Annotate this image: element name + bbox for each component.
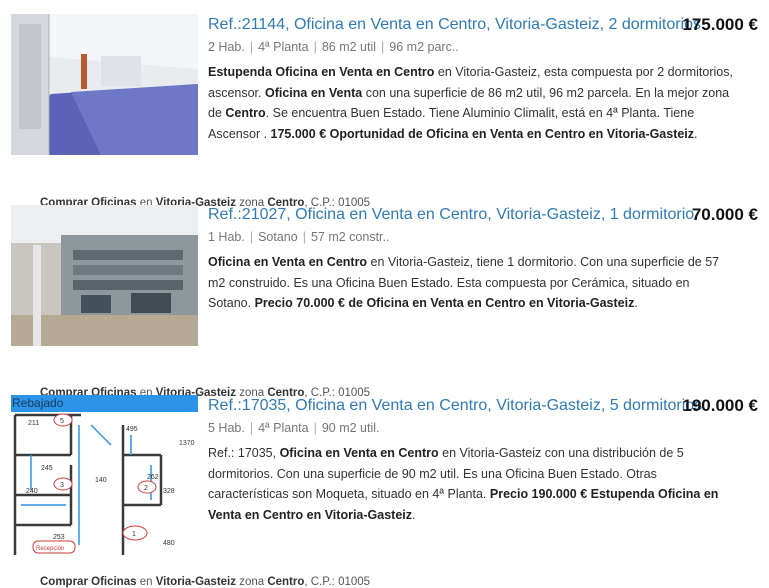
feature-rooms: 5 Hab.: [208, 421, 245, 435]
svg-text:140: 140: [95, 477, 107, 484]
listing-location-line: Comprar Oficinas en Vitoria-Gasteiz zona…: [40, 576, 371, 588]
listing-title-link[interactable]: Ref.:21027, Oficina en Venta en Centro, …: [208, 204, 713, 226]
listing-photo[interactable]: [11, 205, 198, 346]
svg-text:211: 211: [28, 420, 39, 427]
svg-text:5: 5: [60, 418, 64, 425]
svg-text:328: 328: [163, 488, 175, 495]
svg-text:Recepción: Recepción: [36, 546, 64, 552]
listing-price: 190.000 €: [682, 396, 758, 415]
listing-description: Ref.: 17035, Oficina en Venta en Centro …: [208, 446, 719, 522]
listing-description: Estupenda Oficina en Venta en Centro en …: [208, 65, 733, 141]
feature-rooms: 2 Hab.: [208, 40, 245, 54]
listing-card: 5 3 2 1 211 495 1370 245 240 140 262 328…: [0, 395, 769, 588]
feature-floor: 4ª Planta: [258, 421, 309, 435]
listing-features: 5 Hab. | 4ª Planta | 90 m2 util.: [208, 421, 380, 435]
svg-text:253: 253: [53, 534, 65, 541]
listing-photo[interactable]: [11, 14, 198, 155]
svg-text:480: 480: [163, 540, 175, 547]
listing-card: Ref.:21027, Oficina en Venta en Centro, …: [0, 204, 769, 399]
listing-card: Ref.:21144, Oficina en Venta en Centro, …: [0, 14, 769, 209]
feature-floor: 4ª Planta: [258, 40, 309, 54]
svg-text:1370: 1370: [179, 440, 195, 447]
svg-text:262: 262: [147, 474, 159, 481]
svg-text:2: 2: [144, 485, 148, 492]
listing-photo-floorplan[interactable]: 5 3 2 1 211 495 1370 245 240 140 262 328…: [11, 395, 198, 555]
feature-floor: Sotano: [258, 230, 298, 244]
feature-useful-area: 86 m2 util: [321, 40, 377, 54]
feature-useful-area: 90 m2 util.: [321, 421, 380, 435]
svg-text:1: 1: [132, 531, 136, 538]
listing-title-link[interactable]: Ref.:17035, Oficina en Venta en Centro, …: [208, 395, 713, 417]
discount-badge: Rebajado: [11, 395, 198, 412]
svg-text:3: 3: [60, 482, 64, 489]
svg-text:495: 495: [126, 426, 138, 433]
listing-title-link[interactable]: Ref.:21144, Oficina en Venta en Centro, …: [208, 14, 713, 36]
listing-description: Oficina en Venta en Centro en Vitoria-Ga…: [208, 255, 720, 310]
feature-built-area: 57 m2 constr..: [310, 230, 390, 244]
listing-features: 2 Hab. | 4ª Planta | 86 m2 util | 96 m2 parc..: [208, 40, 459, 54]
listing-features: 1 Hab. | Sotano | 57 m2 constr..: [208, 230, 390, 244]
svg-text:240: 240: [26, 488, 38, 495]
listing-price: 70.000 €: [691, 205, 758, 224]
feature-rooms: 1 Hab.: [208, 230, 245, 244]
feature-plot-area: 96 m2 parc..: [389, 40, 459, 54]
svg-text:245: 245: [41, 465, 53, 472]
listing-price: 175.000 €: [682, 15, 758, 34]
